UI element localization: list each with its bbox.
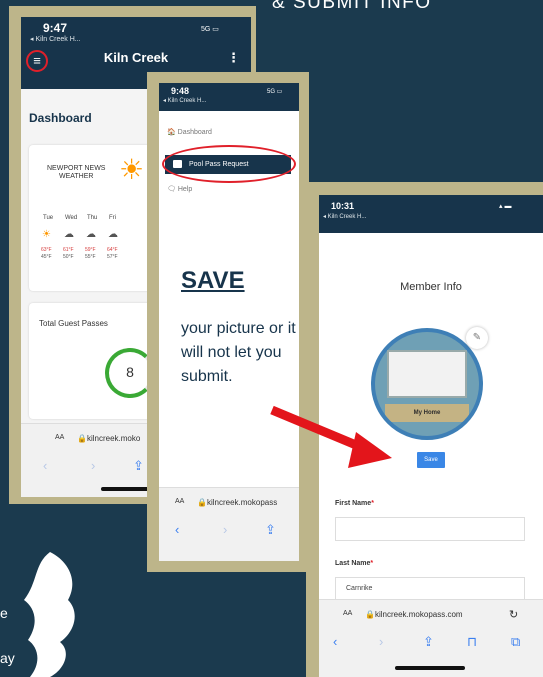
- guest-pass-count: 8: [126, 364, 134, 380]
- forward-icon[interactable]: ›: [379, 634, 383, 649]
- save-button[interactable]: Save: [417, 452, 445, 468]
- temp-low: 45°F: [41, 254, 52, 260]
- temp-high: 63°F: [41, 247, 52, 253]
- temp-low: 57°F: [107, 254, 118, 260]
- status-bar: 9:48 ◂ Kiln Creek H... 5G ▭: [159, 83, 299, 111]
- menu-item-dashboard[interactable]: 🏠 Dashboard: [167, 128, 212, 136]
- url-text: kilncreek.moko: [86, 434, 141, 443]
- temp-high: 64°F: [107, 247, 118, 253]
- text-size-button[interactable]: AA: [343, 610, 352, 617]
- menu-label: Help: [177, 186, 193, 193]
- url-text: kilncreek.mokopass.com: [374, 610, 463, 619]
- page-title: Dashboard: [29, 111, 92, 125]
- first-name-field[interactable]: [335, 517, 525, 541]
- share-icon[interactable]: ⇪: [265, 522, 276, 538]
- cloud-icon: ☁: [86, 229, 96, 240]
- url-text: kilncreek.mokopass: [206, 498, 278, 507]
- instruction-title: SAVE: [181, 267, 245, 294]
- edit-icon[interactable]: ✎: [466, 327, 488, 349]
- status-time: 9:47: [43, 21, 68, 35]
- last-name-label: Last Name*: [335, 560, 373, 567]
- gazebo-image: [387, 350, 467, 398]
- cloud-icon: ☁: [108, 229, 118, 240]
- tabs-icon[interactable]: ⧉: [511, 634, 520, 650]
- last-name-label-text: Last Name: [335, 560, 371, 567]
- arrow-head: [348, 432, 392, 468]
- day-label: Tue: [43, 215, 54, 221]
- text-size-button[interactable]: AA: [55, 434, 64, 441]
- splash-shape: [24, 552, 75, 677]
- required-mark: *: [371, 500, 374, 507]
- bookmarks-icon[interactable]: ⊓: [467, 634, 477, 650]
- wifi-battery-icon: ▴ ▬: [499, 203, 512, 210]
- share-icon[interactable]: ⇪: [423, 634, 434, 650]
- page-heading: & SUBMIT INFO: [272, 0, 432, 13]
- cutoff-text: e: [0, 605, 8, 621]
- signal-label: 5G: [267, 89, 276, 95]
- url-field[interactable]: 🔒kilncreek.moko: [77, 434, 140, 443]
- reload-icon[interactable]: ↻: [509, 608, 518, 621]
- url-field[interactable]: 🔒kilncreek.mokopass: [197, 498, 277, 507]
- url-field[interactable]: 🔒kilncreek.mokopass.com: [365, 610, 463, 619]
- back-icon[interactable]: ‹: [333, 634, 337, 649]
- back-icon[interactable]: ‹: [175, 522, 179, 537]
- last-name-field[interactable]: Carnrike: [335, 577, 525, 601]
- temp-low: 50°F: [63, 254, 74, 260]
- browser-bar: AA 🔒kilncreek.mokopass ‹ › ⇪: [159, 487, 299, 561]
- screen-menu: 9:48 ◂ Kiln Creek H... 5G ▭ 🏠 Dashboard …: [159, 83, 299, 561]
- menu-item-help[interactable]: 🗨 Help: [167, 185, 192, 193]
- weather-title: NEWPORT NEWS WEATHER: [47, 165, 105, 181]
- browser-bar: AA 🔒kilncreek.mokopass.com ↻ ‹ › ⇪ ⊓ ⧉: [319, 599, 543, 677]
- first-name-label-text: First Name: [335, 500, 372, 507]
- phone-frame-menu: 9:48 ◂ Kiln Creek H... 5G ▭ 🏠 Dashboard …: [147, 72, 309, 572]
- decorative-splash: [24, 552, 75, 677]
- sun-icon: ☀: [42, 229, 51, 240]
- day-label: Fri: [109, 215, 116, 221]
- share-icon[interactable]: ⇪: [133, 458, 144, 474]
- signal-indicator: 5G ▭: [201, 26, 219, 33]
- cloud-icon: ☁: [64, 229, 74, 240]
- status-time: 9:48: [171, 86, 190, 96]
- menu-label: Dashboard: [177, 129, 212, 136]
- status-time: 10:31: [331, 201, 355, 211]
- red-arrow: [270, 405, 392, 468]
- signal-indicator: 5G ▭: [267, 89, 283, 95]
- forward-icon[interactable]: ›: [223, 522, 227, 537]
- day-label: Wed: [65, 215, 78, 221]
- signal-label: 5G: [201, 26, 211, 33]
- app-title: Kiln Creek: [103, 50, 169, 65]
- first-name-label: First Name*: [335, 500, 374, 507]
- text-size-button[interactable]: AA: [175, 498, 184, 505]
- back-to-app[interactable]: ◂ Kiln Creek H...: [163, 97, 206, 104]
- section-title: Member Info: [400, 281, 462, 293]
- back-icon[interactable]: ‹: [43, 458, 47, 473]
- temp-low: 55°F: [85, 254, 96, 260]
- back-to-app[interactable]: ◂ Kiln Creek H...: [323, 213, 366, 220]
- guest-pass-title: Total Guest Passes: [39, 319, 108, 328]
- instruction-body: your picture or it will not let you subm…: [181, 320, 296, 385]
- sun-icon: ☀: [119, 154, 145, 185]
- highlight-oval: [162, 145, 296, 183]
- cutoff-text: ay: [0, 650, 15, 666]
- home-indicator: [395, 666, 465, 670]
- temp-high: 59°F: [85, 247, 96, 253]
- back-to-app[interactable]: ◂ Kiln Creek H...: [30, 35, 81, 43]
- more-icon[interactable]: ⋮: [227, 50, 240, 66]
- weather-city: NEWPORT NEWS: [47, 165, 106, 172]
- temp-high: 61°F: [63, 247, 74, 253]
- weather-label: WEATHER: [58, 173, 94, 180]
- day-label: Thu: [87, 215, 98, 221]
- required-mark: *: [370, 560, 374, 567]
- forward-icon[interactable]: ›: [91, 458, 95, 473]
- status-bar: 10:31 ◂ Kiln Creek H... ▴ ▬: [319, 195, 543, 233]
